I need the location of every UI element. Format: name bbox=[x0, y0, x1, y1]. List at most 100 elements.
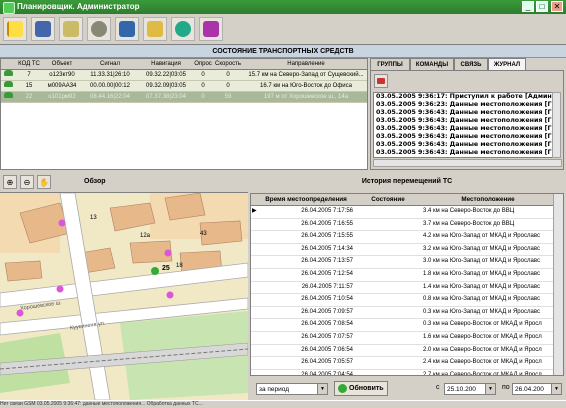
history-row[interactable]: 26.04.2005 7:10:54 0.8 км на Юго-Запад от… bbox=[251, 294, 563, 307]
col-header-direction[interactable]: Направление bbox=[245, 59, 367, 69]
map-label: 43 bbox=[200, 231, 207, 237]
journal-horizontal-scrollbar[interactable] bbox=[373, 159, 562, 167]
refresh-button[interactable]: Обновить bbox=[334, 381, 388, 396]
vehicle-row-selected[interactable]: 22 о101рм92 08.44.16|22:04 07.37.38|23:0… bbox=[1, 92, 367, 103]
journal-vertical-scrollbar[interactable] bbox=[552, 92, 561, 158]
history-row[interactable]: 26.04.2005 7:12:54 1.8 км на Юго-Запад от… bbox=[251, 269, 563, 282]
main-toolbar bbox=[0, 14, 566, 45]
grid-button[interactable] bbox=[3, 17, 27, 41]
chevron-down-icon: ▼ bbox=[317, 384, 327, 394]
period-select-value: за период bbox=[259, 386, 290, 393]
vehicle-marker-icon[interactable] bbox=[151, 267, 159, 275]
history-scrollbar[interactable] bbox=[553, 194, 563, 375]
journal-entry: 03.05.2005 9:36:43: Данные местоположени… bbox=[376, 133, 552, 140]
settings-button[interactable] bbox=[171, 17, 195, 41]
zoom-out-button[interactable]: ⊖ bbox=[20, 175, 34, 189]
tab-groups[interactable]: ГРУППЫ bbox=[370, 58, 410, 70]
history-row[interactable]: 26.04.2005 7:13:57 3.0 км на Юго-Запад от… bbox=[251, 256, 563, 269]
history-location: 2.4 км на Северо-Восток от МКАД и Яросл bbox=[423, 359, 542, 366]
report-button[interactable] bbox=[199, 17, 223, 41]
history-location: 4.2 км на Юго-Запад от МКАД и Ярославс bbox=[423, 233, 540, 240]
history-row[interactable]: 26.04.2005 7:15:55 4.2 км на Юго-Запад от… bbox=[251, 231, 563, 244]
history-location: 1.6 км на Северо-Восток от МКАД и Яросл bbox=[423, 333, 542, 340]
history-row[interactable]: 26.04.2005 7:07:57 1.6 км на Северо-Восто… bbox=[251, 332, 563, 345]
tab-commands[interactable]: КОМАНДЫ bbox=[410, 58, 454, 70]
history-row[interactable]: 26.04.2005 7:16:55 3.7 км на Северо-Восто… bbox=[251, 219, 563, 232]
history-time: 26.04.2005 7:08:54 bbox=[301, 321, 353, 328]
history-location: 3.7 км на Северо-Восток до ВВЦ bbox=[423, 220, 515, 227]
from-date-picker[interactable]: 25.10.200 ▼ bbox=[444, 383, 496, 395]
col-header-code[interactable]: КОД ТС bbox=[15, 59, 43, 69]
globe-button[interactable] bbox=[87, 17, 111, 41]
history-row[interactable]: 26.04.2005 7:04:54 2.7 км на Северо-Восто… bbox=[251, 370, 563, 376]
minimize-button[interactable]: _ bbox=[522, 1, 534, 12]
pan-button[interactable]: ✋ bbox=[37, 175, 51, 189]
vehicle-direction: 16.7 км на Юго-Восток до Офиса bbox=[260, 83, 352, 89]
history-row[interactable]: 26.04.2005 7:06:54 2.0 км на Северо-Восто… bbox=[251, 345, 563, 358]
col-header-poll[interactable]: Опрос bbox=[193, 59, 213, 69]
phone-icon bbox=[35, 21, 51, 37]
maximize-button[interactable]: □ bbox=[536, 1, 548, 12]
vehicle-speed: 0 bbox=[226, 72, 230, 78]
col-header-object[interactable]: Объект bbox=[43, 59, 81, 69]
close-button[interactable]: ✕ bbox=[551, 1, 563, 12]
history-time: 26.04.2005 7:04:54 bbox=[301, 371, 353, 376]
vehicle-navigation: 07.37.38|23:04 bbox=[146, 94, 186, 100]
title-bar: Планировщик. Администратор _ □ ✕ bbox=[0, 0, 566, 14]
col-header-speed[interactable]: Скорость bbox=[213, 59, 243, 69]
history-row-current[interactable]: 26.04.2005 7:17:56 3.4 км на Северо-Восто… bbox=[251, 206, 563, 219]
col-header-navigation[interactable]: Навигация bbox=[139, 59, 193, 69]
lock-button[interactable] bbox=[143, 17, 167, 41]
history-time: 26.04.2005 7:14:34 bbox=[301, 245, 353, 252]
journal-print-button[interactable] bbox=[374, 74, 388, 88]
tab-journal[interactable]: ЖУРНАЛ bbox=[488, 58, 526, 70]
map-canvas bbox=[0, 193, 248, 400]
history-row[interactable]: 26.04.2005 7:11:57 1.4 км на Юго-Запад от… bbox=[251, 282, 563, 295]
vehicle-row[interactable]: 7 о123кт90 11.33.31|26:10 09.32.22|03:05… bbox=[1, 70, 367, 81]
col-header-time[interactable]: Время местоопределения bbox=[259, 194, 353, 205]
map-view[interactable]: 25 13 18 12а 43 Хорошевское ш. Куусинена… bbox=[0, 193, 248, 400]
vehicles-table-header: КОД ТС Объект Сигнал Навигация Опрос Ско… bbox=[1, 59, 367, 70]
history-time: 26.04.2005 7:06:54 bbox=[301, 346, 353, 353]
vehicle-row[interactable]: 15 м009АА34 00.00.00|00:12 09.32.09|03:0… bbox=[1, 81, 367, 92]
calendar-button[interactable] bbox=[115, 17, 139, 41]
history-location: 0.3 км на Северо-Восток от МКАД и Яросл bbox=[423, 321, 542, 328]
edit-button[interactable] bbox=[59, 17, 83, 41]
history-time: 26.04.2005 7:13:57 bbox=[301, 258, 353, 265]
vehicle-signal: 08.44.16|22:04 bbox=[90, 94, 130, 100]
history-row[interactable]: 26.04.2005 7:05:57 2.4 км на Северо-Восто… bbox=[251, 357, 563, 370]
history-row[interactable]: 26.04.2005 7:08:54 0.3 км на Северо-Восто… bbox=[251, 319, 563, 332]
col-header-location[interactable]: Местоположение bbox=[423, 194, 553, 205]
col-header-signal[interactable]: Сигнал bbox=[83, 59, 137, 69]
pencil-icon bbox=[63, 21, 79, 37]
to-date-picker[interactable]: 26.04.200 ▼ bbox=[512, 383, 562, 395]
vehicle-navigation: 09.32.22|03:05 bbox=[146, 72, 186, 78]
history-time: 26.04.2005 7:07:57 bbox=[301, 333, 353, 340]
history-location: 3.2 км на Юго-Запад от МКАД и Ярославс bbox=[423, 245, 540, 252]
journal-log[interactable]: 03.05.2005 9:36:17: Приступил к работе [… bbox=[373, 92, 553, 158]
history-location: 2.0 км на Северо-Восток от МКАД и Яросл bbox=[423, 346, 542, 353]
vehicles-table: КОД ТС Объект Сигнал Навигация Опрос Ско… bbox=[0, 58, 368, 170]
col-header-state[interactable]: Состояние bbox=[355, 194, 421, 205]
history-time: 26.04.2005 7:15:55 bbox=[301, 233, 353, 240]
right-tabs: ГРУППЫ КОМАНДЫ СВЯЗЬ ЖУРНАЛ bbox=[370, 58, 564, 70]
history-row[interactable]: 26.04.2005 7:09:57 0.3 км на Юго-Запад от… bbox=[251, 307, 563, 320]
chevron-down-icon: ▼ bbox=[485, 384, 495, 394]
map-label: 18 bbox=[176, 263, 183, 269]
zoom-in-button[interactable]: ⊕ bbox=[3, 175, 17, 189]
history-time: 26.04.2005 7:09:57 bbox=[301, 308, 353, 315]
from-label: с bbox=[436, 384, 440, 391]
history-row[interactable]: 26.04.2005 7:14:34 3.2 км на Юго-Запад от… bbox=[251, 244, 563, 257]
journal-entry: 03.05.2005 9:36:43: Данные местоположени… bbox=[376, 149, 552, 156]
history-title: История перемещений ТС bbox=[250, 172, 564, 192]
window-title: Планировщик. Администратор bbox=[17, 2, 140, 11]
history-location: 3.0 км на Юго-Запад от МКАД и Ярославс bbox=[423, 258, 540, 265]
car-icon bbox=[4, 92, 13, 98]
history-time: 26.04.2005 7:17:56 bbox=[301, 208, 353, 214]
phone-button[interactable] bbox=[31, 17, 55, 41]
vehicle-object: о101рм92 bbox=[48, 94, 76, 100]
journal-entry: 03.05.2005 9:36:43: Данные местоположени… bbox=[376, 141, 552, 148]
vehicle-speed: 0 bbox=[226, 83, 230, 89]
period-select[interactable]: за период ▼ bbox=[256, 383, 328, 395]
tab-connection[interactable]: СВЯЗЬ bbox=[454, 58, 488, 70]
